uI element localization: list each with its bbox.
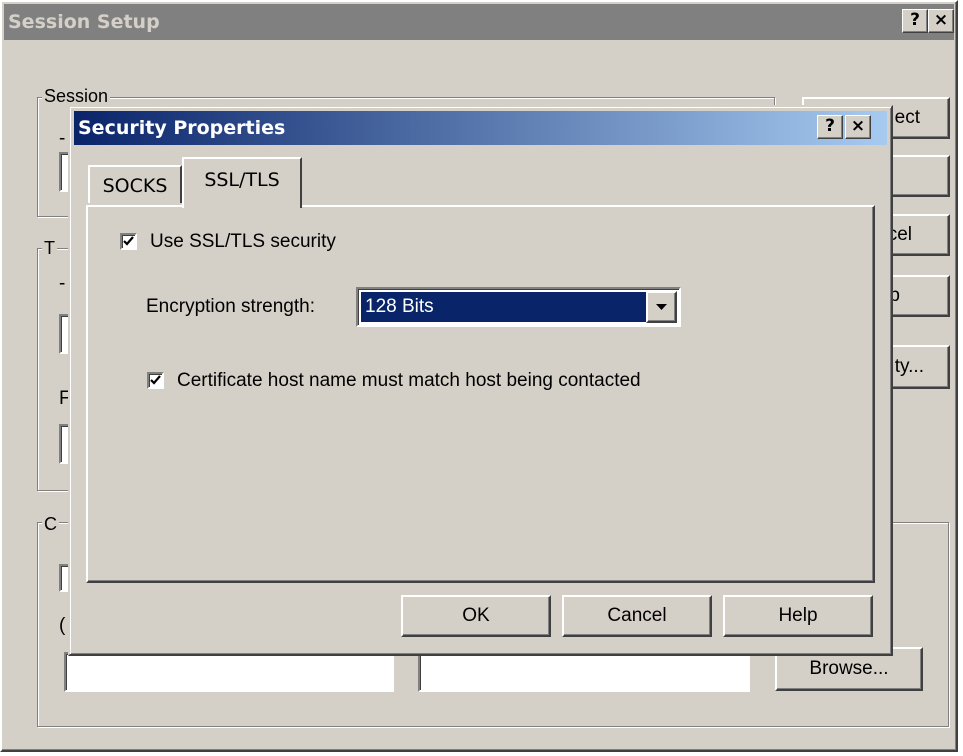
cancel-button-label: Cancel bbox=[607, 605, 667, 626]
help-button-label: Help bbox=[778, 605, 818, 626]
help-titlebar-button[interactable]: ? bbox=[817, 115, 843, 139]
tab-ssl-tls[interactable]: SSL/TLS bbox=[182, 157, 302, 208]
connection-field-1[interactable] bbox=[64, 652, 394, 692]
checkmark-icon bbox=[150, 375, 161, 385]
ssl-tls-tab-panel bbox=[86, 205, 875, 583]
security-properties-titlebar[interactable]: Security Properties bbox=[74, 111, 887, 145]
tab-socks[interactable]: SOCKS bbox=[88, 165, 182, 203]
security-properties-title: Security Properties bbox=[78, 117, 286, 139]
close-titlebar-button[interactable]: × bbox=[845, 115, 871, 139]
connection-label-fragment: ( bbox=[59, 615, 66, 636]
parent-help-button[interactable]: ? bbox=[902, 9, 928, 33]
encryption-strength-value: 128 Bits bbox=[361, 292, 646, 322]
session-row-fragment: - bbox=[59, 128, 66, 149]
encryption-strength-select[interactable]: 128 Bits bbox=[356, 287, 681, 327]
transport-row-fragment: - bbox=[59, 273, 66, 294]
use-ssl-label: Use SSL/TLS security bbox=[150, 231, 336, 252]
session-setup-titlebar[interactable]: Session Setup bbox=[4, 4, 954, 40]
transport-group-label: T bbox=[42, 238, 57, 258]
security-properties-dialog: Security Properties ? × SOCKS SSL/TLS Us… bbox=[68, 105, 893, 656]
ok-button[interactable]: OK bbox=[401, 595, 551, 637]
connection-field-2[interactable] bbox=[418, 652, 750, 692]
ok-button-label: OK bbox=[462, 605, 490, 626]
tab-ssl-tls-label: SSL/TLS bbox=[204, 169, 280, 191]
security-button-label: ty... bbox=[894, 356, 924, 377]
parent-close-button[interactable]: × bbox=[928, 9, 954, 33]
help-button[interactable]: Help bbox=[723, 595, 873, 637]
help-icon: ? bbox=[910, 10, 920, 30]
help-icon: ? bbox=[825, 116, 835, 136]
browse-button-label: Browse... bbox=[809, 658, 889, 679]
close-icon: × bbox=[850, 116, 866, 136]
session-group-label: Session bbox=[42, 86, 111, 106]
dropdown-button[interactable] bbox=[646, 291, 677, 323]
chevron-down-icon bbox=[656, 304, 667, 310]
close-icon: × bbox=[933, 10, 949, 30]
cert-match-checkbox[interactable] bbox=[147, 372, 164, 389]
session-setup-title: Session Setup bbox=[8, 11, 160, 33]
cancel-button[interactable]: Cancel bbox=[562, 595, 712, 637]
encryption-strength-label: Encryption strength: bbox=[146, 296, 315, 317]
connect-button-label: ect bbox=[894, 107, 920, 128]
tab-socks-label: SOCKS bbox=[102, 175, 168, 197]
checkmark-icon bbox=[123, 236, 134, 246]
cert-match-label: Certificate host name must match host be… bbox=[177, 370, 641, 391]
connection-group-label: C bbox=[42, 514, 59, 534]
use-ssl-checkbox[interactable] bbox=[120, 233, 137, 250]
